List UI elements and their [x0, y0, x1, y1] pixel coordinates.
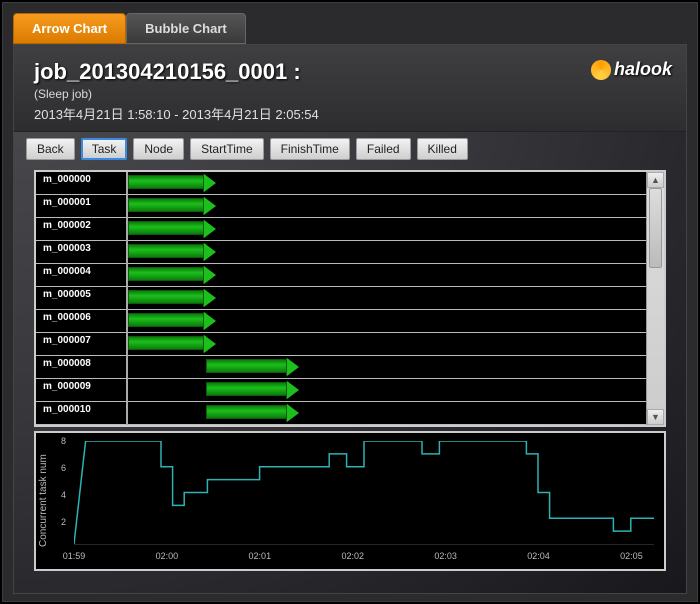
chart-ytick: 2	[61, 517, 66, 527]
arrow-head-icon	[287, 358, 299, 376]
logo-text: halook	[614, 59, 672, 80]
task-row[interactable]	[128, 241, 646, 264]
arrow-head-icon	[204, 174, 216, 192]
page-title: job_201304210156_0001 :	[34, 59, 666, 85]
node-button[interactable]: Node	[133, 138, 184, 160]
chart-xtick: 02:04	[527, 551, 550, 567]
swirl-icon	[591, 60, 611, 80]
scrollbar[interactable]: ▲ ▼	[646, 172, 664, 425]
task-row-label[interactable]: m_000000	[36, 172, 126, 195]
gantt-row-area	[128, 172, 646, 425]
task-row[interactable]	[128, 195, 646, 218]
chart-ytick: 4	[61, 490, 66, 500]
task-bar[interactable]	[128, 267, 206, 281]
back-button[interactable]: Back	[26, 138, 75, 160]
task-row[interactable]	[128, 356, 646, 379]
task-bar[interactable]	[128, 336, 206, 350]
toolbar: Back Task Node StartTime FinishTime Fail…	[14, 132, 686, 166]
task-row[interactable]	[128, 264, 646, 287]
task-row-label[interactable]: m_000002	[36, 218, 126, 241]
arrow-head-icon	[204, 335, 216, 353]
task-bar[interactable]	[206, 359, 289, 373]
task-row-label[interactable]: m_000003	[36, 241, 126, 264]
chart-xtick: 02:02	[341, 551, 364, 567]
logo: halook	[591, 59, 672, 80]
gantt-row-labels: m_000000m_000001m_000002m_000003m_000004…	[36, 172, 128, 425]
chart-xtick: 02:00	[156, 551, 179, 567]
gantt-chart: m_000000m_000001m_000002m_000003m_000004…	[34, 170, 666, 427]
task-bar[interactable]	[128, 198, 206, 212]
chart-xtick: 02:01	[249, 551, 272, 567]
task-button[interactable]: Task	[81, 138, 128, 160]
main-panel: job_201304210156_0001 : (Sleep job) 2013…	[13, 44, 687, 594]
tab-bubble-chart[interactable]: Bubble Chart	[126, 13, 246, 44]
task-row-label[interactable]: m_000001	[36, 195, 126, 218]
chart-xticks: 01:5902:0002:0102:0202:0302:0402:05	[74, 551, 654, 567]
arrow-head-icon	[287, 404, 299, 422]
task-bar[interactable]	[206, 382, 289, 396]
chart-line	[74, 441, 654, 544]
task-row-label[interactable]: m_000006	[36, 310, 126, 333]
arrow-head-icon	[204, 197, 216, 215]
concurrent-chart: Concurrent task num 2 4 6 8 01:59 02:00 02:01…	[34, 431, 666, 571]
task-bar[interactable]	[206, 405, 289, 419]
task-row-label[interactable]: m_000005	[36, 287, 126, 310]
arrow-head-icon	[204, 266, 216, 284]
starttime-button[interactable]: StartTime	[190, 138, 264, 160]
task-row-label[interactable]: m_000010	[36, 402, 126, 425]
arrow-head-icon	[204, 312, 216, 330]
task-row[interactable]	[128, 310, 646, 333]
arrow-head-icon	[204, 243, 216, 261]
task-row[interactable]	[128, 379, 646, 402]
chart-ytick: 6	[61, 463, 66, 473]
task-row[interactable]	[128, 287, 646, 310]
scroll-up-button[interactable]: ▲	[647, 172, 664, 188]
title-bar: job_201304210156_0001 : (Sleep job) 2013…	[14, 45, 686, 132]
failed-button[interactable]: Failed	[356, 138, 411, 160]
finishtime-button[interactable]: FinishTime	[270, 138, 350, 160]
task-row[interactable]	[128, 172, 646, 195]
chart-xtick: 02:03	[434, 551, 457, 567]
scroll-down-button[interactable]: ▼	[647, 409, 664, 425]
chart-ylabel: Concurrent task num	[36, 433, 52, 569]
scroll-thumb[interactable]	[649, 188, 662, 268]
chart-plot-area	[74, 441, 654, 545]
arrow-head-icon	[287, 381, 299, 399]
job-subtitle: (Sleep job)	[34, 87, 666, 101]
task-row-label[interactable]: m_000009	[36, 379, 126, 402]
chart-ytick: 8	[61, 436, 66, 446]
chart-xtick: 02:05	[620, 551, 643, 567]
task-bar[interactable]	[128, 290, 206, 304]
chart-yticks: 2 4 6 8	[52, 433, 70, 569]
job-timespan: 2013年4月21日 1:58:10 - 2013年4月21日 2:05:54	[34, 104, 666, 123]
arrow-head-icon	[204, 289, 216, 307]
task-bar[interactable]	[128, 313, 206, 327]
tab-arrow-chart[interactable]: Arrow Chart	[13, 13, 126, 44]
task-bar[interactable]	[128, 221, 206, 235]
tab-bar: Arrow Chart Bubble Chart	[3, 3, 697, 44]
task-row[interactable]	[128, 402, 646, 425]
killed-button[interactable]: Killed	[417, 138, 468, 160]
task-bar[interactable]	[128, 244, 206, 258]
task-row-label[interactable]: m_000004	[36, 264, 126, 287]
chart-xtick: 01:59	[63, 551, 86, 567]
task-row[interactable]	[128, 333, 646, 356]
task-row-label[interactable]: m_000007	[36, 333, 126, 356]
task-bar[interactable]	[128, 175, 206, 189]
arrow-head-icon	[204, 220, 216, 238]
task-row-label[interactable]: m_000008	[36, 356, 126, 379]
task-row[interactable]	[128, 218, 646, 241]
